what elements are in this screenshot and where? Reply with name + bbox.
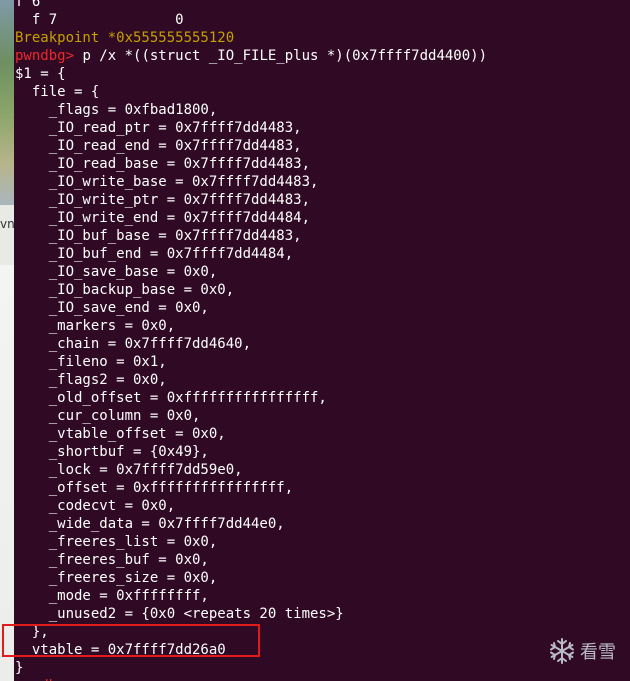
terminal-line: _old_offset = 0xffffffffffffffff, bbox=[15, 389, 327, 407]
output-text: f 7 0 bbox=[15, 12, 184, 28]
terminal-line: _freeres_buf = 0x0, bbox=[15, 551, 209, 569]
output-text: _IO_save_end = 0x0, bbox=[15, 300, 209, 316]
output-text: _shortbuf = {0x49}, bbox=[15, 444, 209, 460]
terminal-line: _mode = 0xffffffff, bbox=[15, 587, 209, 605]
output-text: _wide_data = 0x7ffff7dd44e0, bbox=[15, 516, 285, 532]
terminal-line: _chain = 0x7ffff7dd4640, bbox=[15, 335, 251, 353]
output-text: file = { bbox=[15, 84, 100, 100]
output-text: _freeres_list = 0x0, bbox=[15, 534, 218, 550]
output-text: _old_offset = 0xffffffffffffffff, bbox=[15, 390, 327, 406]
watermark: 看雪 bbox=[548, 637, 616, 665]
output-text: _IO_write_ptr = 0x7ffff7dd4483, bbox=[15, 192, 311, 208]
output-text: _chain = 0x7ffff7dd4640, bbox=[15, 336, 252, 352]
terminal-line: Breakpoint *0x555555555120 bbox=[15, 29, 234, 47]
vtable-highlight-box bbox=[2, 624, 260, 657]
background-window-panel bbox=[0, 265, 14, 681]
terminal-line: f 6 bbox=[15, 0, 49, 11]
terminal-line: _freeres_list = 0x0, bbox=[15, 533, 218, 551]
terminal-line: _flags2 = 0x0, bbox=[15, 371, 167, 389]
output-text: Breakpoint *0x555555555120 bbox=[15, 30, 235, 46]
output-text: _freeres_buf = 0x0, bbox=[15, 552, 209, 568]
terminal-line: _IO_write_base = 0x7ffff7dd4483, bbox=[15, 173, 319, 191]
output-text: _IO_write_end = 0x7ffff7dd4484, bbox=[15, 210, 311, 226]
terminal-line: _shortbuf = {0x49}, bbox=[15, 443, 209, 461]
watermark-text: 看雪 bbox=[580, 642, 616, 663]
output-text: _freeres_size = 0x0, bbox=[15, 570, 218, 586]
terminal-line: _IO_buf_end = 0x7ffff7dd4484, bbox=[15, 245, 293, 263]
output-text: _offset = 0xffffffffffffffff, bbox=[15, 480, 294, 496]
output-text: _codecvt = 0x0, bbox=[15, 498, 176, 514]
background-window-strip: vn bbox=[0, 0, 14, 681]
output-text: _IO_backup_base = 0x0, bbox=[15, 282, 235, 298]
terminal-line: _codecvt = 0x0, bbox=[15, 497, 175, 515]
background-window-text: vn bbox=[0, 217, 14, 231]
terminal-line: _IO_read_end = 0x7ffff7dd4483, bbox=[15, 137, 302, 155]
terminal-line: _cur_column = 0x0, bbox=[15, 407, 201, 425]
pwndbg-prompt: pwndbg> bbox=[15, 48, 75, 64]
terminal-line: _IO_read_base = 0x7ffff7dd4483, bbox=[15, 155, 310, 173]
output-text: _IO_read_end = 0x7ffff7dd4483, bbox=[15, 138, 302, 154]
output-text: _IO_buf_end = 0x7ffff7dd4484, bbox=[15, 246, 294, 262]
snowflake-icon bbox=[550, 638, 574, 664]
output-text: _IO_save_base = 0x0, bbox=[15, 264, 218, 280]
terminal-line: _IO_write_ptr = 0x7ffff7dd4483, bbox=[15, 191, 310, 209]
terminal-line: pwndbg> p /x *((struct _IO_FILE_plus *)(… bbox=[15, 47, 487, 65]
output-text: _flags = 0xfbad1800, bbox=[15, 102, 218, 118]
output-text: _cur_column = 0x0, bbox=[15, 408, 201, 424]
terminal-line: } bbox=[15, 659, 23, 677]
output-text: } bbox=[15, 660, 24, 676]
terminal-line: _IO_save_base = 0x0, bbox=[15, 263, 218, 281]
terminal-line: _freeres_size = 0x0, bbox=[15, 569, 218, 587]
output-text: _vtable_offset = 0x0, bbox=[15, 426, 226, 442]
terminal-output[interactable]: f 6 f 7 0 Breakpoint *0x555555555120 pwndb… bbox=[15, 0, 630, 681]
terminal-line: _IO_buf_base = 0x7ffff7dd4483, bbox=[15, 227, 302, 245]
output-text: _IO_write_base = 0x7ffff7dd4483, bbox=[15, 174, 319, 190]
output-text: _unused2 = {0x0 <repeats 20 times>} bbox=[15, 606, 344, 622]
command-text: p /x *((struct _IO_FILE_plus *)(0x7ffff7… bbox=[74, 48, 488, 64]
terminal-line: f 7 0 bbox=[15, 11, 184, 29]
background-image-thumbnail bbox=[0, 0, 14, 205]
output-text: _mode = 0xffffffff, bbox=[15, 588, 209, 604]
terminal-line: _offset = 0xffffffffffffffff, bbox=[15, 479, 293, 497]
terminal-line: _IO_backup_base = 0x0, bbox=[15, 281, 234, 299]
terminal-line: _IO_write_end = 0x7ffff7dd4484, bbox=[15, 209, 310, 227]
terminal-line: _IO_save_end = 0x0, bbox=[15, 299, 209, 317]
terminal-line: pwndbg> bbox=[15, 677, 74, 681]
output-text: _lock = 0x7ffff7dd59e0, bbox=[15, 462, 243, 478]
terminal-line: _IO_read_ptr = 0x7ffff7dd4483, bbox=[15, 119, 302, 137]
terminal-line: _unused2 = {0x0 <repeats 20 times>} bbox=[15, 605, 344, 623]
terminal-line: _vtable_offset = 0x0, bbox=[15, 425, 226, 443]
output-text: _IO_buf_base = 0x7ffff7dd4483, bbox=[15, 228, 302, 244]
terminal-line: _lock = 0x7ffff7dd59e0, bbox=[15, 461, 243, 479]
terminal-line: _wide_data = 0x7ffff7dd44e0, bbox=[15, 515, 285, 533]
output-text: _IO_read_ptr = 0x7ffff7dd4483, bbox=[15, 120, 302, 136]
output-text: f 6 bbox=[15, 0, 49, 10]
terminal-line: $1 = { bbox=[15, 65, 66, 83]
terminal-line: _fileno = 0x1, bbox=[15, 353, 167, 371]
output-text: $1 = { bbox=[15, 66, 66, 82]
output-text: _flags2 = 0x0, bbox=[15, 372, 167, 388]
terminal-line: _flags = 0xfbad1800, bbox=[15, 101, 218, 119]
output-text: _markers = 0x0, bbox=[15, 318, 176, 334]
output-text: _fileno = 0x1, bbox=[15, 354, 167, 370]
terminal-line: _markers = 0x0, bbox=[15, 317, 175, 335]
terminal-line: file = { bbox=[15, 83, 99, 101]
output-text: _IO_read_base = 0x7ffff7dd4483, bbox=[15, 156, 311, 172]
